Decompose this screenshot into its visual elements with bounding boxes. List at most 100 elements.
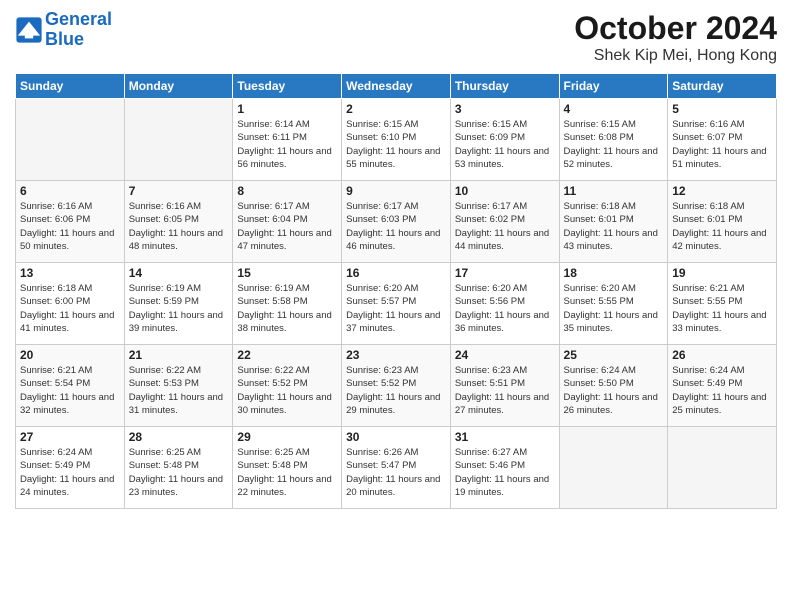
day-number: 23 [346,348,446,362]
calendar-cell: 13 Sunrise: 6:18 AMSunset: 6:00 PMDayligh… [16,263,125,345]
cell-info: Sunrise: 6:27 AMSunset: 5:46 PMDaylight:… [455,446,555,499]
calendar-cell: 30 Sunrise: 6:26 AMSunset: 5:47 PMDayligh… [342,427,451,509]
calendar-cell: 11 Sunrise: 6:18 AMSunset: 6:01 PMDayligh… [559,181,668,263]
th-thursday: Thursday [450,74,559,99]
calendar-cell: 15 Sunrise: 6:19 AMSunset: 5:58 PMDayligh… [233,263,342,345]
day-number: 22 [237,348,337,362]
cell-info: Sunrise: 6:21 AMSunset: 5:54 PMDaylight:… [20,364,120,417]
day-number: 3 [455,102,555,116]
cell-info: Sunrise: 6:23 AMSunset: 5:51 PMDaylight:… [455,364,555,417]
th-saturday: Saturday [668,74,777,99]
title-block: October 2024 Shek Kip Mei, Hong Kong [574,10,777,65]
calendar-cell: 12 Sunrise: 6:18 AMSunset: 6:01 PMDayligh… [668,181,777,263]
day-number: 14 [129,266,229,280]
day-number: 21 [129,348,229,362]
cell-info: Sunrise: 6:16 AMSunset: 6:06 PMDaylight:… [20,200,120,253]
th-friday: Friday [559,74,668,99]
th-wednesday: Wednesday [342,74,451,99]
cell-info: Sunrise: 6:17 AMSunset: 6:04 PMDaylight:… [237,200,337,253]
calendar-cell: 16 Sunrise: 6:20 AMSunset: 5:57 PMDayligh… [342,263,451,345]
calendar-cell: 17 Sunrise: 6:20 AMSunset: 5:56 PMDayligh… [450,263,559,345]
calendar-cell: 2 Sunrise: 6:15 AMSunset: 6:10 PMDaylight… [342,99,451,181]
logo-icon [15,16,43,44]
calendar-cell: 25Sunrise: 6:24 AMSunset: 5:50 PMDayligh… [559,345,668,427]
day-number: 26 [672,348,772,362]
cell-info: Sunrise: 6:19 AMSunset: 5:58 PMDaylight:… [237,282,337,335]
calendar-cell: 21 Sunrise: 6:22 AMSunset: 5:53 PMDayligh… [124,345,233,427]
day-number: 10 [455,184,555,198]
day-number: 31 [455,430,555,444]
cell-info: Sunrise: 6:15 AMSunset: 6:08 PMDaylight:… [564,118,664,171]
day-number: 16 [346,266,446,280]
cell-info: Sunrise: 6:20 AMSunset: 5:55 PMDaylight:… [564,282,664,335]
day-number: 2 [346,102,446,116]
calendar-cell: 18 Sunrise: 6:20 AMSunset: 5:55 PMDayligh… [559,263,668,345]
day-number: 13 [20,266,120,280]
day-number: 6 [20,184,120,198]
day-number: 28 [129,430,229,444]
th-sunday: Sunday [16,74,125,99]
cell-info: Sunrise: 6:18 AMSunset: 6:01 PMDaylight:… [672,200,772,253]
day-number: 18 [564,266,664,280]
day-number: 5 [672,102,772,116]
cell-info: Sunrise: 6:21 AMSunset: 5:55 PMDaylight:… [672,282,772,335]
day-number: 30 [346,430,446,444]
day-number: 15 [237,266,337,280]
location-title: Shek Kip Mei, Hong Kong [574,47,777,65]
calendar-row-1: 1 Sunrise: 6:14 AMSunset: 6:11 PMDaylight… [16,99,777,181]
cell-info: Sunrise: 6:18 AMSunset: 6:01 PMDaylight:… [564,200,664,253]
calendar-cell: 24 Sunrise: 6:23 AMSunset: 5:51 PMDayligh… [450,345,559,427]
cell-info: Sunrise: 6:19 AMSunset: 5:59 PMDaylight:… [129,282,229,335]
calendar-cell: 28 Sunrise: 6:25 AMSunset: 5:48 PMDayligh… [124,427,233,509]
cell-info: Sunrise: 6:20 AMSunset: 5:57 PMDaylight:… [346,282,446,335]
calendar-row-3: 13 Sunrise: 6:18 AMSunset: 6:00 PMDayligh… [16,263,777,345]
calendar-cell: 20 Sunrise: 6:21 AMSunset: 5:54 PMDayligh… [16,345,125,427]
cell-info: Sunrise: 6:22 AMSunset: 5:53 PMDaylight:… [129,364,229,417]
cell-info: Sunrise: 6:15 AMSunset: 6:09 PMDaylight:… [455,118,555,171]
calendar-cell: 4 Sunrise: 6:15 AMSunset: 6:08 PMDaylight… [559,99,668,181]
day-number: 7 [129,184,229,198]
day-number: 12 [672,184,772,198]
calendar-cell: 27 Sunrise: 6:24 AMSunset: 5:49 PMDayligh… [16,427,125,509]
cell-info: Sunrise: 6:14 AMSunset: 6:11 PMDaylight:… [237,118,337,171]
header: General Blue October 2024 Shek Kip Mei, … [15,10,777,65]
th-tuesday: Tuesday [233,74,342,99]
calendar-cell: 14 Sunrise: 6:19 AMSunset: 5:59 PMDayligh… [124,263,233,345]
calendar-cell: 19 Sunrise: 6:21 AMSunset: 5:55 PMDayligh… [668,263,777,345]
day-number: 24 [455,348,555,362]
cell-info: Sunrise: 6:20 AMSunset: 5:56 PMDaylight:… [455,282,555,335]
cell-info: Sunrise: 6:23 AMSunset: 5:52 PMDaylight:… [346,364,446,417]
calendar-cell: 1 Sunrise: 6:14 AMSunset: 6:11 PMDaylight… [233,99,342,181]
cell-info: Sunrise: 6:15 AMSunset: 6:10 PMDaylight:… [346,118,446,171]
calendar-cell: 8 Sunrise: 6:17 AMSunset: 6:04 PMDaylight… [233,181,342,263]
calendar-cell [668,427,777,509]
day-number: 4 [564,102,664,116]
day-number: 8 [237,184,337,198]
cell-info: Sunrise: 6:16 AMSunset: 6:07 PMDaylight:… [672,118,772,171]
cell-info: Sunrise: 6:25 AMSunset: 5:48 PMDaylight:… [129,446,229,499]
calendar-row-2: 6 Sunrise: 6:16 AMSunset: 6:06 PMDaylight… [16,181,777,263]
cell-info: Sunrise: 6:25 AMSunset: 5:48 PMDaylight:… [237,446,337,499]
calendar-cell: 6 Sunrise: 6:16 AMSunset: 6:06 PMDaylight… [16,181,125,263]
day-number: 11 [564,184,664,198]
calendar-cell: 23 Sunrise: 6:23 AMSunset: 5:52 PMDayligh… [342,345,451,427]
day-number: 27 [20,430,120,444]
cell-info: Sunrise: 6:24 AMSunset: 5:50 PMDaylight:… [564,364,664,417]
calendar-cell: 5 Sunrise: 6:16 AMSunset: 6:07 PMDaylight… [668,99,777,181]
day-number: 1 [237,102,337,116]
day-number: 17 [455,266,555,280]
calendar-cell: 10Sunrise: 6:17 AMSunset: 6:02 PMDayligh… [450,181,559,263]
logo-text: General Blue [45,10,112,50]
calendar-cell [16,99,125,181]
cell-info: Sunrise: 6:22 AMSunset: 5:52 PMDaylight:… [237,364,337,417]
calendar-cell: 31 Sunrise: 6:27 AMSunset: 5:46 PMDayligh… [450,427,559,509]
cell-info: Sunrise: 6:26 AMSunset: 5:47 PMDaylight:… [346,446,446,499]
page: General Blue October 2024 Shek Kip Mei, … [0,0,792,612]
cell-info: Sunrise: 6:16 AMSunset: 6:05 PMDaylight:… [129,200,229,253]
month-title: October 2024 [574,10,777,47]
day-number: 19 [672,266,772,280]
cell-info: Sunrise: 6:24 AMSunset: 5:49 PMDaylight:… [20,446,120,499]
cell-info: Sunrise: 6:18 AMSunset: 6:00 PMDaylight:… [20,282,120,335]
calendar-cell: 7 Sunrise: 6:16 AMSunset: 6:05 PMDaylight… [124,181,233,263]
day-number: 20 [20,348,120,362]
